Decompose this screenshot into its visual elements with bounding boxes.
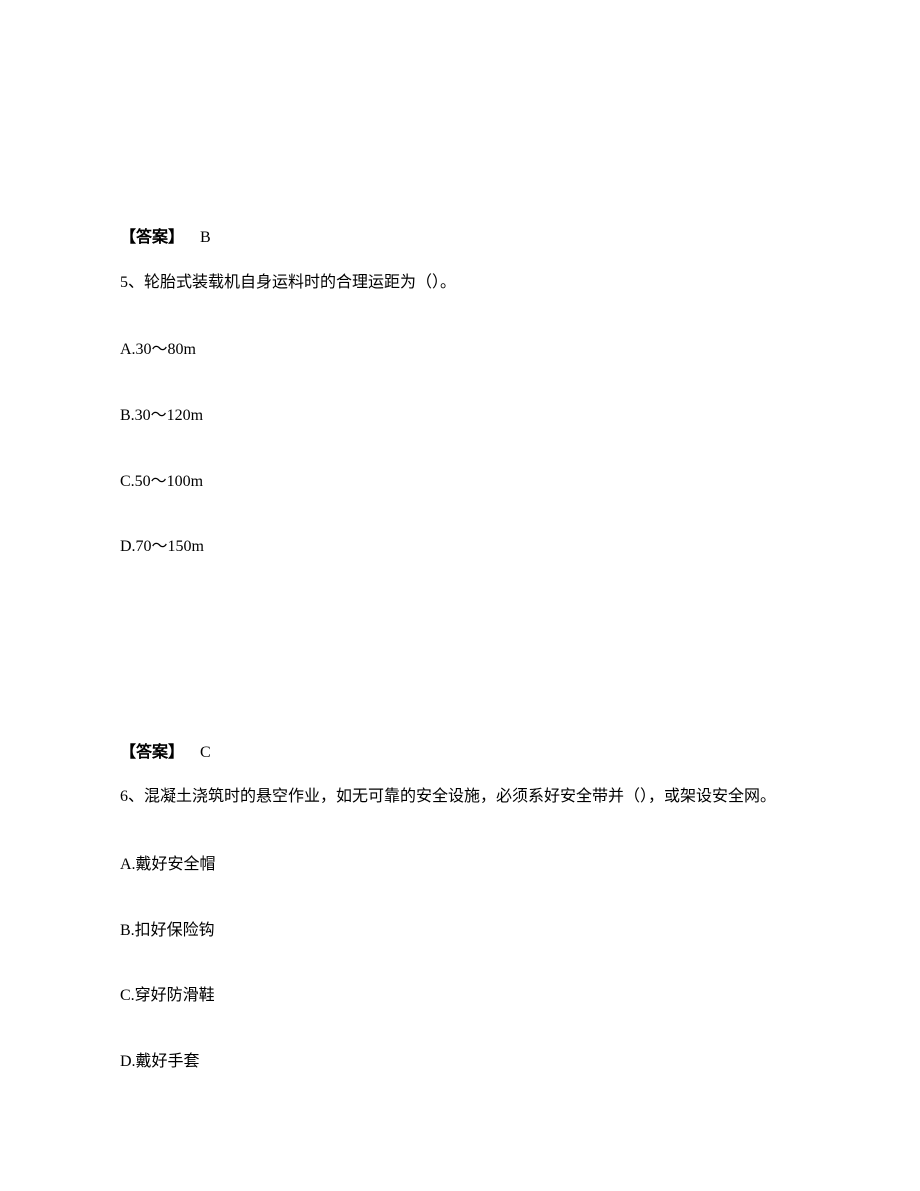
question-5-option-d: D.70～150m — [120, 534, 800, 560]
answer-block-1: 【答案】 B — [120, 225, 800, 251]
spacer — [120, 600, 800, 740]
document-content: 【答案】 B 5、轮胎式装载机自身运料时的合理运距为（）。 A.30～80m B… — [0, 0, 920, 1075]
answer-label: 【答案】 — [120, 744, 184, 761]
question-6-option-c: C.穿好防滑鞋 — [120, 983, 800, 1009]
question-6-option-b: B.扣好保险钩 — [120, 918, 800, 944]
question-5-text: 5、轮胎式装载机自身运料时的合理运距为（）。 — [120, 269, 800, 298]
question-6-text: 6、混凝土浇筑时的悬空作业，如无可靠的安全设施，必须系好安全带并（），或架设安全… — [120, 783, 800, 812]
question-5-option-b: B.30～120m — [120, 403, 800, 429]
question-6-option-a: A.戴好安全帽 — [120, 852, 800, 878]
answer-value: B — [200, 229, 211, 246]
question-5-option-c: C.50～100m — [120, 469, 800, 495]
answer-value: C — [200, 744, 211, 761]
answer-label: 【答案】 — [120, 229, 184, 246]
question-6-option-d: D.戴好手套 — [120, 1049, 800, 1075]
answer-block-2: 【答案】 C — [120, 740, 800, 766]
question-5-option-a: A.30～80m — [120, 337, 800, 363]
